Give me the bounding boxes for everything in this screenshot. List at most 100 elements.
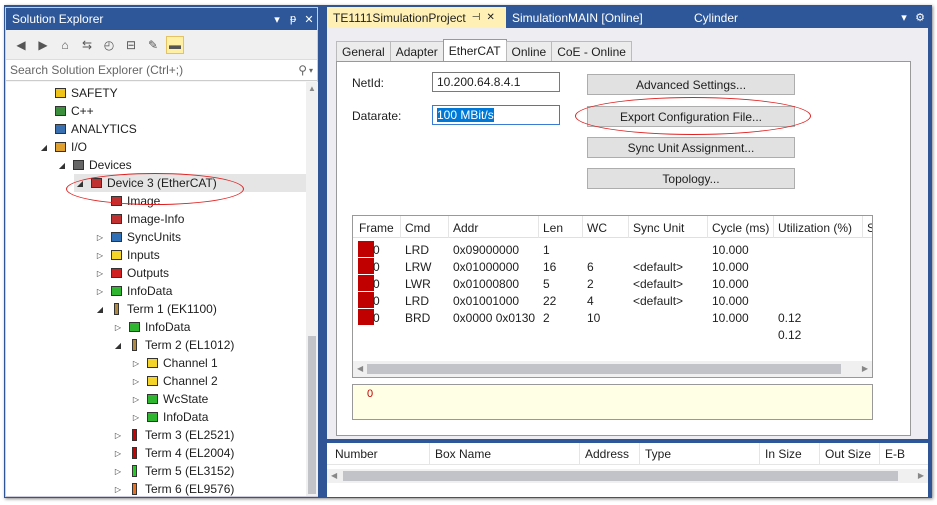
column-header[interactable]: Number — [335, 447, 378, 461]
expander-icon[interactable]: ▷ — [94, 287, 106, 296]
tree-node[interactable]: ◢ I/O — [38, 138, 87, 156]
collapse-all-icon[interactable]: ⊟ — [122, 36, 140, 54]
scroll-left-icon[interactable]: ◀ — [331, 469, 337, 483]
expander-icon[interactable]: ▷ — [112, 449, 124, 458]
tree-node[interactable]: ◢ Devices — [56, 156, 132, 174]
column-header[interactable]: Address — [585, 447, 629, 461]
message-log[interactable]: 0 — [352, 384, 873, 420]
pin-icon[interactable]: ᵽ — [285, 13, 301, 25]
tree-node[interactable]: ▷ Term 6 (EL9576) — [112, 480, 234, 496]
column-header[interactable]: In Size — [765, 447, 802, 461]
tree-node[interactable]: ▷ Outputs — [94, 264, 169, 282]
expander-icon[interactable]: ◢ — [94, 305, 106, 314]
column-separator[interactable] — [400, 216, 401, 238]
scroll-left-icon[interactable]: ◀ — [357, 361, 363, 377]
column-header[interactable]: Cmd — [405, 221, 430, 235]
tree-node[interactable]: ▷ InfoData — [130, 408, 208, 426]
column-header[interactable]: Sync Unit — [633, 221, 684, 235]
tab-ethercat[interactable]: EtherCAT — [442, 39, 507, 61]
tab-online[interactable]: Online — [505, 41, 553, 61]
scroll-right-icon[interactable]: ▶ — [862, 361, 868, 377]
back-icon[interactable]: ◀ — [12, 36, 30, 54]
tree-node[interactable]: ▷ SyncUnits — [94, 228, 181, 246]
tree-node[interactable]: ANALYTICS — [38, 120, 137, 138]
history-icon[interactable]: ◴ — [100, 36, 118, 54]
column-separator[interactable] — [773, 216, 774, 238]
tree-node[interactable]: ◢ Term 2 (EL1012) — [112, 336, 234, 354]
column-separator[interactable] — [862, 216, 863, 238]
column-separator[interactable] — [582, 216, 583, 238]
scroll-right-icon[interactable]: ▶ — [918, 469, 924, 483]
search-icon[interactable]: ⚲ — [298, 63, 307, 77]
column-separator[interactable] — [628, 216, 629, 238]
close-icon[interactable]: ✕ — [486, 12, 494, 23]
home-icon[interactable]: ⌂ — [56, 36, 74, 54]
column-header[interactable]: Utilization (%) — [778, 221, 852, 235]
preview-icon[interactable]: ▬ — [166, 35, 184, 54]
tree-node[interactable]: Image-Info — [94, 210, 184, 228]
advanced-settings-button[interactable]: Advanced Settings... — [587, 74, 795, 95]
tree-node[interactable]: ▷ Inputs — [94, 246, 160, 264]
expander-icon[interactable]: ▷ — [94, 251, 106, 260]
tab-general[interactable]: General — [336, 41, 391, 61]
solution-explorer-search[interactable]: Search Solution Explorer (Ctrl+;) ⚲ ▾ — [6, 60, 317, 81]
datarate-field[interactable]: 100 MBit/s — [432, 105, 560, 125]
tab-coe-online[interactable]: CoE - Online — [551, 41, 632, 61]
tree-node[interactable]: ◢ Term 1 (EK1100) — [94, 300, 217, 318]
column-header[interactable]: Len — [543, 221, 563, 235]
properties-icon[interactable]: ✎ — [144, 36, 162, 54]
column-separator[interactable] — [759, 443, 760, 465]
topology-button[interactable]: Topology... — [587, 168, 795, 189]
expander-icon[interactable]: ▷ — [94, 233, 106, 242]
scroll-up-icon[interactable]: ▲ — [306, 82, 318, 96]
box-list-hscrollbar[interactable]: ◀ ▶ — [327, 469, 928, 483]
settings-gear-icon[interactable]: ⚙ — [912, 7, 928, 28]
netid-field[interactable]: 10.200.64.8.4.1 — [432, 72, 560, 92]
scroll-thumb[interactable] — [343, 471, 898, 481]
column-header[interactable]: Box Name — [435, 447, 491, 461]
frames-table-hscrollbar[interactable]: ◀ ▶ — [353, 361, 872, 377]
search-dropdown-icon[interactable]: ▾ — [309, 66, 313, 75]
tab-cylinder[interactable]: Cylinder — [688, 7, 788, 28]
expander-icon[interactable]: ◢ — [38, 143, 50, 152]
column-header[interactable]: Frame — [359, 221, 394, 235]
tree-node[interactable]: SAFETY — [38, 84, 118, 102]
tree-node[interactable]: ▷ Channel 2 — [130, 372, 218, 390]
forward-icon[interactable]: ▶ — [34, 36, 52, 54]
column-separator[interactable] — [579, 443, 580, 465]
expander-icon[interactable]: ◢ — [112, 341, 124, 350]
expander-icon[interactable]: ▷ — [112, 431, 124, 440]
scroll-thumb[interactable] — [308, 336, 316, 494]
expander-icon[interactable]: ▷ — [112, 323, 124, 332]
column-separator[interactable] — [819, 443, 820, 465]
column-separator[interactable] — [448, 216, 449, 238]
expander-icon[interactable]: ▷ — [130, 359, 142, 368]
tab-simulation-main[interactable]: SimulationMAIN [Online] — [506, 7, 688, 28]
tree-scrollbar[interactable]: ▲ — [306, 82, 318, 496]
tree-node[interactable]: ▷ Channel 1 — [130, 354, 218, 372]
tab-list-dropdown-icon[interactable]: ▾ — [896, 7, 912, 28]
close-icon[interactable]: ✕ — [301, 13, 317, 26]
column-header[interactable]: Addr — [453, 221, 478, 235]
expander-icon[interactable]: ▷ — [112, 485, 124, 494]
tree-node[interactable]: ▷ WcState — [130, 390, 208, 408]
sync-unit-assignment-button[interactable]: Sync Unit Assignment... — [587, 137, 795, 158]
tree-node[interactable]: ▷ InfoData — [112, 318, 190, 336]
dropdown-icon[interactable]: ▾ — [269, 13, 285, 26]
column-header[interactable]: S — [867, 221, 872, 235]
scroll-thumb[interactable] — [367, 364, 841, 374]
search-input[interactable]: Search Solution Explorer (Ctrl+;) — [10, 63, 298, 77]
column-separator[interactable] — [879, 443, 880, 465]
column-separator[interactable] — [429, 443, 430, 465]
switch-views-icon[interactable]: ⇆ — [78, 36, 96, 54]
column-header[interactable]: Cycle (ms) — [712, 221, 769, 235]
tab-adapter[interactable]: Adapter — [389, 41, 444, 61]
column-header[interactable]: Type — [645, 447, 671, 461]
tab-te1111-project[interactable]: TE1111SimulationProject ⊣ ✕ — [327, 7, 506, 28]
expander-icon[interactable]: ▷ — [130, 395, 142, 404]
tree-node[interactable]: ▷ Term 5 (EL3152) — [112, 462, 234, 480]
column-separator[interactable] — [538, 216, 539, 238]
expander-icon[interactable]: ◢ — [56, 161, 68, 170]
column-separator[interactable] — [639, 443, 640, 465]
tree-node[interactable]: ▷ InfoData — [94, 282, 172, 300]
